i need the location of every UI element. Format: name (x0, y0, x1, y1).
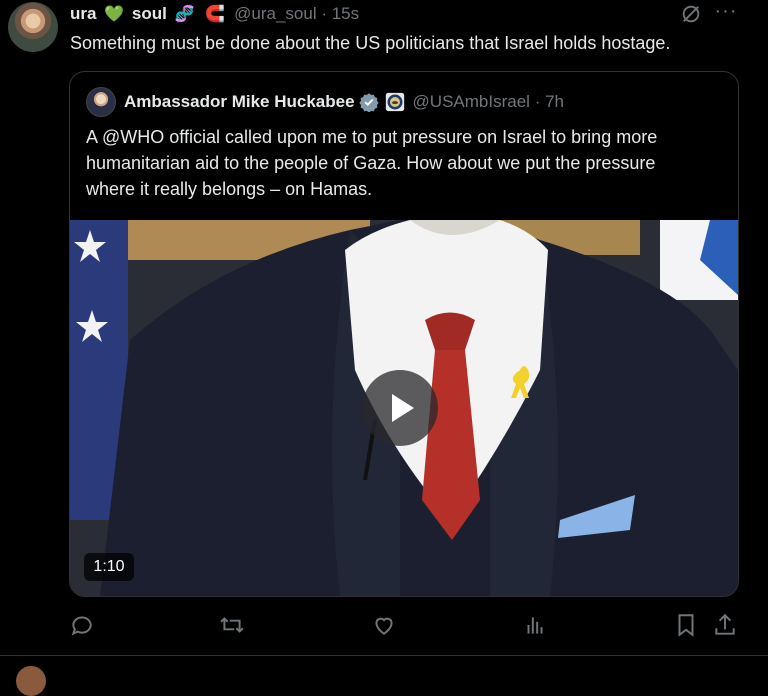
share-icon[interactable] (712, 612, 738, 638)
verified-badge-icon (358, 93, 379, 112)
video-duration: 1:10 (84, 553, 134, 581)
more-icon[interactable]: ··· (714, 1, 738, 25)
quoted-post[interactable]: Ambassador Mike Huckabee @USAmbIsrael · … (69, 71, 739, 597)
post-text: Something must be done about the US poli… (70, 33, 671, 53)
handle-and-time: @ura_soul · 15s (234, 4, 360, 23)
quote-text-line: where it really belongs – on Hamas. (86, 179, 373, 199)
heart-emoji: 💚 (104, 6, 125, 23)
state-seal-icon (385, 92, 404, 112)
quote-header: Ambassador Mike Huckabee @USAmbIsrael · … (86, 87, 564, 117)
grok-icon[interactable] (680, 3, 702, 25)
video-player[interactable]: 1:10 (70, 220, 738, 596)
quote-handle-and-time: @USAmbIsrael · 7h (412, 92, 564, 111)
quote-text-line: A @WHO official called upon me to put pr… (86, 127, 658, 147)
quote-text-line: humanitarian aid to the people of Gaza. … (86, 153, 656, 173)
reply-icon[interactable] (69, 612, 95, 638)
post-time[interactable]: 15s (332, 4, 359, 23)
author-avatar[interactable] (8, 2, 58, 52)
repost-icon[interactable] (219, 612, 245, 638)
quote-text: A @WHO official called upon me to put pr… (86, 124, 726, 202)
quote-handle[interactable]: @USAmbIsrael (413, 92, 530, 111)
next-post-avatar[interactable] (16, 666, 46, 696)
quote-author-avatar[interactable] (86, 87, 116, 117)
magnet-emoji: 🧲 (205, 6, 226, 23)
quote-time[interactable]: 7h (545, 92, 564, 111)
display-name[interactable]: ura 💚 soul 🧬 🧲 (70, 4, 228, 24)
like-icon[interactable] (371, 612, 397, 638)
user-handle[interactable]: @ura_soul (234, 4, 316, 23)
views-icon[interactable] (522, 612, 548, 638)
quote-display-name[interactable]: Ambassador Mike Huckabee (124, 92, 355, 112)
dna-emoji: 🧬 (174, 6, 195, 23)
play-button[interactable] (362, 370, 438, 446)
action-bar (0, 612, 768, 640)
post-header: ura 💚 soul 🧬 🧲 @ura_soul · 15s (70, 3, 768, 25)
play-icon (392, 394, 414, 422)
post-divider (0, 655, 768, 656)
bookmark-icon[interactable] (673, 612, 699, 638)
